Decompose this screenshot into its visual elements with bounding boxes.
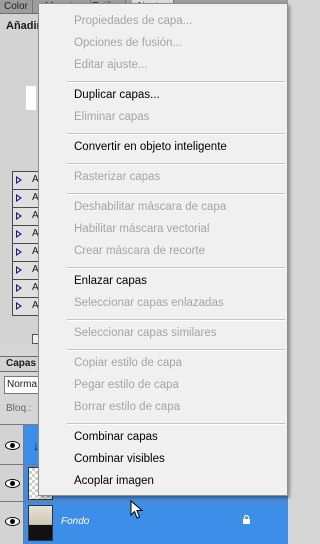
menu-item-rasterizar-capas[interactable]: Rasterizar capas <box>74 171 160 183</box>
tab-color[interactable]: Color <box>0 0 33 13</box>
menu-separator <box>67 81 285 83</box>
menu-item-pegar-estilo[interactable]: Pegar estilo de capa <box>74 379 179 391</box>
menu-separator <box>67 133 285 135</box>
adjustments-title: Añadir <box>6 20 41 32</box>
menu-item-borrar-estilo[interactable]: Borrar estilo de capa <box>74 401 180 413</box>
menu-item-enlazar-capas[interactable]: Enlazar capas <box>74 275 147 287</box>
layer-name-fondo: Fondo <box>61 516 90 527</box>
menu-item-convertir-objeto-inteligente[interactable]: Convertir en objeto inteligente <box>74 141 227 153</box>
menu-item-combinar-capas[interactable]: Combinar capas <box>74 431 158 443</box>
menu-separator <box>67 193 285 195</box>
menu-separator <box>67 163 285 165</box>
visibility-eye-icon[interactable] <box>3 478 21 488</box>
menu-item-editar-ajuste[interactable]: Editar ajuste... <box>74 59 148 71</box>
adjustment-preview-icon <box>26 86 36 110</box>
menu-item-opciones-de-fusion[interactable]: Opciones de fusión... <box>74 37 182 49</box>
menu-separator <box>67 349 285 351</box>
menu-item-habilitar-mascara-vectorial[interactable]: Habilitar máscara vectorial <box>74 223 210 235</box>
menu-item-seleccionar-similares[interactable]: Seleccionar capas similares <box>74 327 217 339</box>
menu-item-seleccionar-enlazadas[interactable]: Seleccionar capas enlazadas <box>74 297 224 309</box>
mouse-cursor-icon <box>130 500 144 519</box>
lock-label: Bloq.: <box>6 403 32 414</box>
layer-thumbnail <box>28 505 53 541</box>
menu-item-copiar-estilo[interactable]: Copiar estilo de capa <box>74 357 182 369</box>
tab-capas[interactable]: Capas <box>0 357 43 371</box>
menu-separator <box>67 319 285 321</box>
menu-separator <box>67 267 285 269</box>
menu-item-eliminar-capas[interactable]: Eliminar capas <box>74 111 149 123</box>
menu-item-deshabilitar-mascara[interactable]: Deshabilitar máscara de capa <box>74 201 226 213</box>
visibility-eye-icon[interactable] <box>3 516 21 526</box>
layer-context-menu: Propiedades de capa... Opciones de fusió… <box>38 3 288 496</box>
menu-separator <box>67 423 285 425</box>
visibility-eye-icon[interactable] <box>3 440 21 450</box>
menu-item-propiedades-de-capa[interactable]: Propiedades de capa... <box>74 15 192 27</box>
lock-icon <box>243 515 250 524</box>
menu-item-crear-mascara-recorte[interactable]: Crear máscara de recorte <box>74 245 205 257</box>
menu-item-combinar-visibles[interactable]: Combinar visibles <box>74 453 165 465</box>
menu-item-acoplar-imagen[interactable]: Acoplar imagen <box>74 475 154 487</box>
menu-item-duplicar-capas[interactable]: Duplicar capas... <box>74 89 160 101</box>
